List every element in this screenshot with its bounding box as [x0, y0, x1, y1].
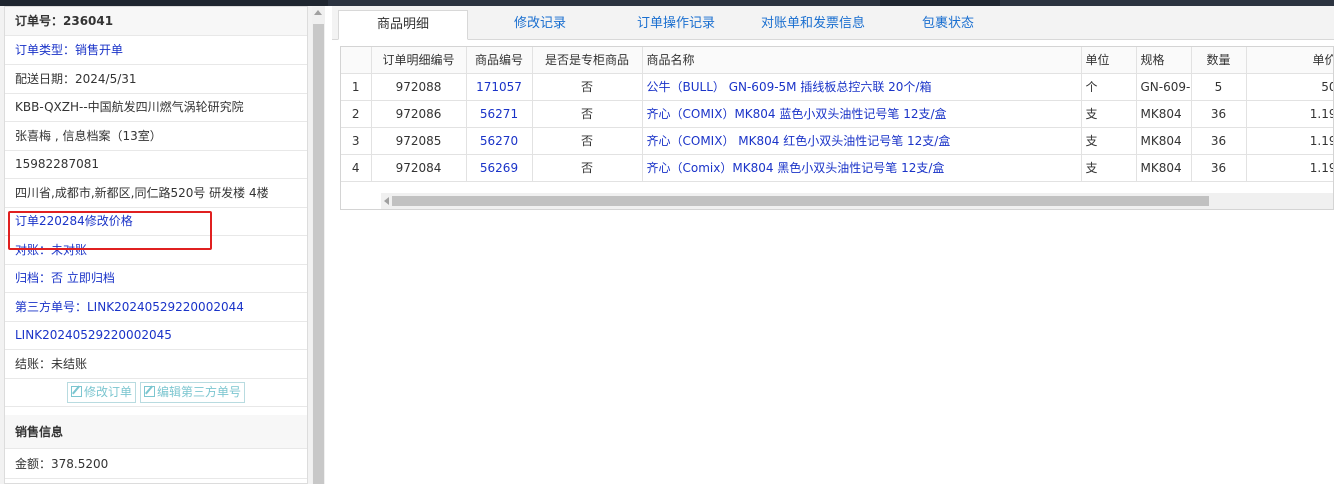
unit: 个	[1081, 73, 1137, 101]
table-row[interactable]: 2 972086 56271 否 齐心（COMIX）MK804 蓝色小双头油性记…	[341, 100, 1333, 128]
unit: 支	[1081, 127, 1137, 155]
scroll-left-icon[interactable]	[384, 197, 389, 205]
detail-id: 972086	[371, 100, 467, 128]
spec: MK804	[1136, 127, 1192, 155]
order-info-panel: 订单号：236041 订单类型：销售开单 配送日期：2024/5/31 KBB-…	[0, 6, 325, 484]
col-header-unit[interactable]: 单位	[1081, 47, 1137, 74]
edit-icon	[70, 386, 82, 397]
edit-icon	[144, 386, 155, 397]
col-header-unit-price[interactable]: 单价	[1246, 47, 1333, 74]
table-row[interactable]: 4 972084 56269 否 齐心（Comix）MK804 黑色小双头油性记…	[341, 154, 1333, 182]
tab-invoice-info[interactable]: 对账单和发票信息	[744, 10, 882, 40]
detail-id: 972084	[371, 154, 467, 182]
horizontal-scroll-thumb[interactable]	[392, 196, 1209, 206]
quantity: 5	[1191, 73, 1247, 101]
delivery-address: 四川省,成都市,新都区,同仁路520号 研发楼 4楼	[5, 179, 307, 208]
scroll-thumb[interactable]	[313, 24, 324, 484]
tab-package-status[interactable]: 包裹状态	[898, 10, 998, 40]
quantity: 36	[1191, 154, 1247, 182]
col-header-counter[interactable]: 是否是专柜商品	[532, 47, 643, 74]
delivery-date: 配送日期：2024/5/31	[5, 65, 307, 94]
quantity: 36	[1191, 100, 1247, 128]
edit-third-party-label: 编辑第三方单号	[157, 385, 242, 399]
customer-name: KBB-QXZH--中国航发四川燃气涡轮研究院	[5, 93, 307, 122]
product-table: 订单明细编号 商品编号 是否是专柜商品 商品名称 单位 规格 数量 单价 1 9…	[340, 46, 1334, 210]
detail-panel: 商品明细 修改记录 订单操作记录 对账单和发票信息 包裹状态 订单明细编号 商品…	[332, 6, 1334, 484]
sales-info-header: 销售信息	[5, 415, 307, 449]
product-id-link[interactable]: 56271	[466, 100, 533, 128]
row-index: 4	[341, 154, 372, 182]
counter-flag: 否	[532, 100, 643, 128]
phone-number: 15982287081	[5, 150, 307, 179]
detail-id: 972085	[371, 127, 467, 155]
product-id-link[interactable]: 56270	[466, 127, 533, 155]
tab-bar: 商品明细 修改记录 订单操作记录 对账单和发票信息 包裹状态	[332, 6, 1334, 40]
spec: MK804	[1136, 154, 1192, 182]
col-header-product-name[interactable]: 商品名称	[642, 47, 1082, 74]
counter-flag: 否	[532, 127, 643, 155]
table-horizontal-scrollbar[interactable]	[381, 193, 1333, 209]
row-index: 1	[341, 73, 372, 101]
unit-price: 1.19	[1246, 100, 1333, 128]
tab-change-log[interactable]: 修改记录	[482, 10, 598, 40]
product-id-link[interactable]: 56269	[466, 154, 533, 182]
product-name-link[interactable]: 齐心（COMIX）MK804 蓝色小双头油性记号笔 12支/盒	[642, 100, 1082, 128]
unit: 支	[1081, 100, 1137, 128]
unit-price: 50	[1246, 73, 1333, 101]
table-header-row: 订单明细编号 商品编号 是否是专柜商品 商品名称 单位 规格 数量 单价	[341, 47, 1333, 74]
col-header-product-id[interactable]: 商品编号	[466, 47, 533, 74]
tab-operation-log[interactable]: 订单操作记录	[610, 10, 742, 40]
col-header-detail-id[interactable]: 订单明细编号	[371, 47, 467, 74]
order-type[interactable]: 订单类型：销售开单	[5, 36, 307, 65]
col-header-spec[interactable]: 规格	[1136, 47, 1192, 74]
counter-flag: 否	[532, 73, 643, 101]
table-row[interactable]: 3 972085 56270 否 齐心（COMIX） MK804 红色小双头油性…	[341, 127, 1333, 155]
contact-person: 张喜梅 , 信息档案（13室）	[5, 122, 307, 151]
table-row[interactable]: 1 972088 171057 否 公牛（BULL） GN-609-5M 插线板…	[341, 73, 1333, 101]
row-index: 2	[341, 100, 372, 128]
edit-order-label: 修改订单	[83, 385, 132, 399]
third-party-number[interactable]: 第三方单号：LINK20240529220002044	[5, 293, 307, 322]
product-name-link[interactable]: 齐心（COMIX） MK804 红色小双头油性记号笔 12支/盒	[642, 127, 1082, 155]
detail-id: 972088	[371, 73, 467, 101]
amount: 金额：378.5200	[5, 450, 307, 479]
col-header-index	[341, 47, 372, 74]
unit-price: 1.19	[1246, 154, 1333, 182]
row-index: 3	[341, 127, 372, 155]
unit-price: 1.19	[1246, 127, 1333, 155]
tab-product-details[interactable]: 商品明细	[338, 10, 468, 40]
edit-order-button[interactable]: 修改订单	[66, 382, 136, 403]
left-scrollbar[interactable]	[312, 6, 325, 484]
settlement-status: 结账：未结账	[5, 350, 307, 379]
product-name-link[interactable]: 公牛（BULL） GN-609-5M 插线板总控六联 20个/箱	[642, 73, 1082, 101]
unit: 支	[1081, 154, 1137, 182]
quantity: 36	[1191, 127, 1247, 155]
counter-flag: 否	[532, 154, 643, 182]
third-party-number-2[interactable]: LINK20240529220002045	[5, 321, 307, 350]
spec: MK804	[1136, 100, 1192, 128]
archive-row: 归档：否 立即归档	[5, 264, 307, 293]
col-header-quantity[interactable]: 数量	[1191, 47, 1247, 74]
archive-now-link[interactable]: 否 立即归档	[51, 271, 115, 285]
product-name-link[interactable]: 齐心（Comix）MK804 黑色小双头油性记号笔 12支/盒	[642, 154, 1082, 182]
scroll-up-icon[interactable]	[314, 10, 322, 15]
highlight-box	[8, 211, 212, 250]
edit-third-party-button[interactable]: 编辑第三方单号	[140, 382, 246, 403]
action-buttons: 修改订单 编辑第三方单号	[5, 378, 307, 407]
product-id-link[interactable]: 171057	[466, 73, 533, 101]
archive-label: 归档：	[15, 271, 52, 285]
order-number: 订单号：236041	[5, 7, 307, 36]
spec: GN-609-	[1136, 73, 1192, 101]
